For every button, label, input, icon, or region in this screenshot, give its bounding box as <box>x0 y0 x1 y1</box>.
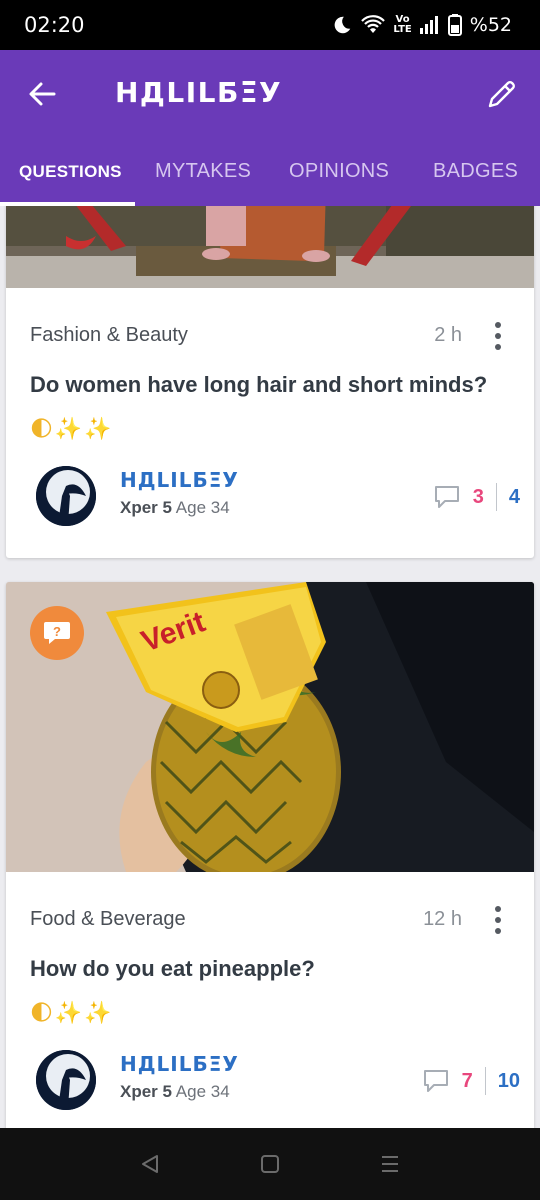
question-icon: ? <box>44 622 70 644</box>
svg-text:?: ? <box>53 624 61 639</box>
tab-opinions[interactable]: OPINIONS <box>289 160 389 183</box>
author-meta: Xper 5 Age 34 <box>120 1082 230 1102</box>
profile-tabs: QUESTIONS MYTAKES OPINIONS BADGES <box>0 136 540 206</box>
question-description: 🌓✨✨ <box>30 417 114 442</box>
author-meta: Xper 5 Age 34 <box>120 498 230 518</box>
tab-badges[interactable]: BADGES <box>433 160 518 183</box>
nav-back-button[interactable] <box>130 1144 170 1184</box>
comment-icon <box>423 1070 448 1092</box>
back-button[interactable] <box>24 76 60 112</box>
more-options-button[interactable] <box>488 320 508 352</box>
tab-questions[interactable]: QUESTIONS <box>19 162 122 182</box>
question-image[interactable] <box>6 206 534 288</box>
menu-lines-icon <box>382 1156 398 1172</box>
volte-icon: Vo LTE <box>393 15 411 35</box>
stats-divider <box>495 483 497 511</box>
author-age: Age 34 <box>175 1082 230 1101</box>
opinion-count[interactable]: 4 <box>509 486 520 509</box>
dot <box>495 917 501 923</box>
more-options-button[interactable] <box>488 904 508 936</box>
battery-icon <box>447 14 462 36</box>
question-time: 12 h <box>423 908 462 930</box>
question-stats: 7 10 <box>422 1066 520 1096</box>
page-title: НДLILБΞУ <box>115 76 283 109</box>
status-bar: 02:20 Vo LTE %52 <box>0 0 540 50</box>
comment-count[interactable]: 3 <box>473 486 484 509</box>
stats-divider <box>484 1067 486 1095</box>
nav-home-button[interactable] <box>250 1144 290 1184</box>
system-nav-bar <box>0 1128 540 1200</box>
nav-recents-button[interactable] <box>370 1144 410 1184</box>
opinion-count[interactable]: 10 <box>498 1070 520 1093</box>
question-time: 2 h <box>434 324 462 346</box>
question-title[interactable]: Do women have long hair and short minds? <box>30 372 487 398</box>
signal-icon <box>419 16 440 34</box>
question-card[interactable]: Verit ? Food & Beverage 12 h How do you … <box>6 582 534 1128</box>
status-icons: Vo LTE %52 <box>331 14 512 36</box>
question-type-badge: ? <box>30 606 84 660</box>
question-title[interactable]: How do you eat pineapple? <box>30 956 315 982</box>
xper-level: Xper 5 <box>120 498 172 517</box>
triangle-back-icon <box>142 1155 158 1173</box>
author-row: НДLILБΞУ Xper 5 Age 34 7 10 <box>30 1048 520 1112</box>
question-category[interactable]: Fashion & Beauty <box>30 324 188 347</box>
wifi-icon <box>361 15 386 35</box>
avatar[interactable] <box>36 1050 96 1110</box>
author-row: НДLILБΞУ Xper 5 Age 34 3 4 <box>30 464 520 528</box>
question-card[interactable]: Fashion & Beauty 2 h Do women have long … <box>6 206 534 558</box>
header-row: НДLILБΞУ <box>0 50 540 136</box>
question-stats: 3 4 <box>433 482 520 512</box>
avatar[interactable] <box>36 466 96 526</box>
square-home-icon <box>261 1155 279 1173</box>
tab-mytakes[interactable]: MYTAKES <box>155 160 251 183</box>
moon-icon <box>331 14 353 36</box>
question-category[interactable]: Food & Beverage <box>30 908 186 931</box>
pencil-icon <box>488 81 515 108</box>
xper-level: Xper 5 <box>120 1082 172 1101</box>
dot <box>495 906 501 912</box>
questions-feed[interactable]: Fashion & Beauty 2 h Do women have long … <box>0 206 540 1128</box>
app-header: НДLILБΞУ QUESTIONS MYTAKES OPINIONS BADG… <box>0 50 540 206</box>
comment-icon <box>434 486 459 508</box>
volte-bottom: LTE <box>393 24 412 35</box>
dot <box>495 344 501 350</box>
author-age: Age 34 <box>175 498 230 517</box>
author-name[interactable]: НДLILБΞУ <box>120 468 239 492</box>
arrow-left-icon <box>29 82 56 106</box>
status-time: 02:20 <box>24 13 85 37</box>
edit-profile-button[interactable] <box>484 76 520 112</box>
battery-percent: %52 <box>469 14 512 36</box>
dot <box>495 333 501 339</box>
question-description: 🌓✨✨ <box>30 1001 114 1026</box>
dot <box>495 322 501 328</box>
comment-count[interactable]: 7 <box>462 1070 473 1093</box>
question-image[interactable]: Verit ? <box>6 582 534 872</box>
author-name[interactable]: НДLILБΞУ <box>120 1052 239 1076</box>
dot <box>495 928 501 934</box>
